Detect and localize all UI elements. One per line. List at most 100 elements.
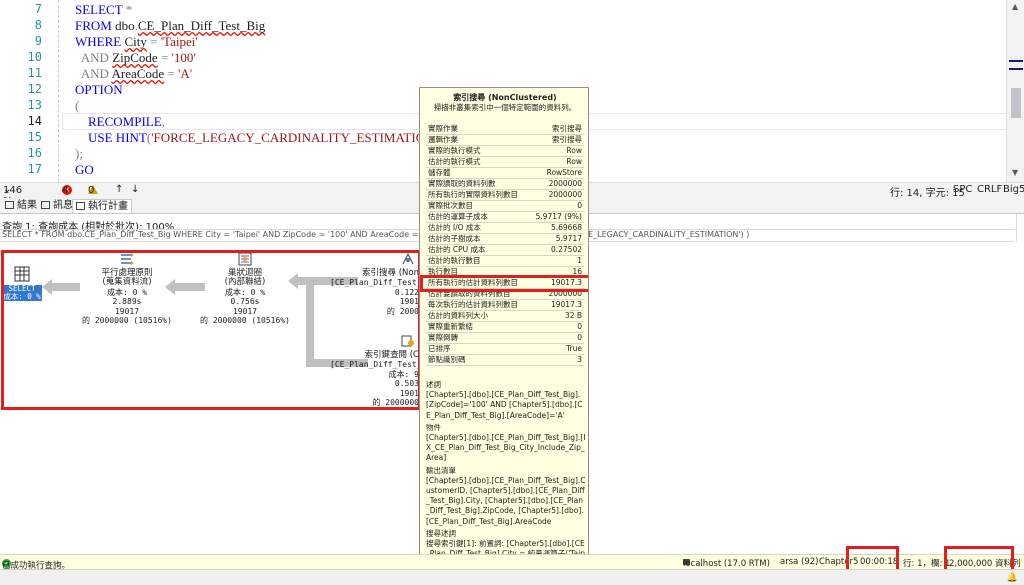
grid-position: 行: 1，欄: 1 [903, 559, 951, 569]
code-line[interactable]: RECOMPILE, [75, 114, 165, 130]
tab-execution-plan[interactable]: 執行計畫 [72, 199, 132, 213]
tooltip-row: 實際的執行模式 Row [426, 145, 584, 158]
node-estimate: 的 2000 [386, 306, 419, 316]
zoom-dropdown[interactable]: 146 % ⌄ [3, 184, 22, 207]
code-line[interactable]: SELECT * [75, 2, 132, 18]
node-estimate: 的 2000000 (10516%) [200, 316, 290, 325]
node-object: [CE_Plan_Diff_Test_Big [330, 360, 436, 369]
scrollbar-marker [1009, 68, 1023, 70]
row-count: 2,000,000 資料列 [949, 559, 1021, 569]
encoding[interactable]: Big5 [1003, 184, 1024, 195]
tooltip-section-body: [Chapter5].[dbo].[CE_Plan_Diff_Test_Big]… [426, 433, 586, 463]
elapsed-time: 00:00:18 [860, 557, 899, 567]
tooltip-row: 估計的資料列大小 32 B [426, 310, 584, 323]
code-line[interactable]: AND AreaCode = 'A' [75, 66, 192, 82]
tooltip-row-value: 2000000 [528, 178, 584, 191]
tooltip-row-key: 實際重新繫結 [426, 321, 529, 334]
select-operator-icon [14, 266, 30, 282]
tooltip-row-key: 執行數目 [426, 266, 529, 279]
nested-loops-icon [238, 252, 252, 266]
code-line[interactable]: USE HINT('FORCE_LEGACY_CARDINALITY_ESTIM… [75, 130, 441, 146]
tab-messages[interactable]: 訊息 [38, 199, 76, 213]
tooltip-properties: 實際作業 索引搜尋 邏輯作業 索引搜尋 實際的執行模式 Row 估計的執行模式 Row 儲存體 R… [426, 124, 584, 367]
tooltip-row-value: 5.9717 [528, 233, 584, 246]
plan-node-parallelism[interactable]: 平行處理原則 (蒐集資料流) 成本: 0 % 2.889s 19017 的 20… [72, 252, 182, 326]
code-token: AND [75, 50, 113, 65]
line-number: 12 [27, 82, 42, 96]
tooltip-row-value: 0.27502 [528, 244, 584, 257]
tooltip-row-key: 估計的執行模式 [426, 156, 529, 169]
tooltip-row-value: Row [528, 156, 584, 169]
tooltip-section-heading: 輸出清單 [426, 465, 456, 475]
tooltip-row-value: 0 [528, 321, 584, 334]
plan-node-select[interactable]: SELECT 成本: 0 % [2, 266, 42, 301]
code-token: '100' [171, 50, 196, 65]
tooltip-row-key: 估計的運算子成本 [426, 211, 529, 224]
code-token: = [164, 66, 179, 81]
operator-tooltip: 索引搜尋 (NonClustered) 掃描非叢集索引中一個特定範圍的資料列。 … [419, 87, 589, 585]
tooltip-row-value: 0 [528, 332, 584, 345]
tooltip-row: 儲存體 RowStore [426, 167, 584, 180]
tooltip-section-body: [Chapter5].[dbo].[CE_Plan_Diff_Test_Big]… [426, 475, 586, 526]
tooltip-row-value: 2000000 [528, 189, 584, 202]
tooltip-row-value: 19017.3 [528, 277, 584, 290]
key-lookup-icon [401, 335, 414, 347]
plan-arrow-head [42, 279, 52, 295]
tooltip-row-value: 5.9717 (9%) [528, 211, 584, 224]
tooltip-row-value: 32 B [528, 310, 584, 323]
tooltip-row-key: 節點識別碼 [426, 354, 529, 367]
tab-results[interactable]: 結果 [2, 199, 40, 213]
whitespace-mode[interactable]: SPC [953, 184, 972, 195]
code-token: SELECT [75, 2, 123, 17]
code-line[interactable]: FROM dbo.CE_Plan_Diff_Test_Big [75, 18, 265, 34]
prev-issue-button[interactable]: ↑ [115, 184, 123, 195]
scroll-up-icon[interactable]: ▲ [1012, 2, 1018, 11]
tooltip-row-key: 實際的執行模式 [426, 145, 529, 158]
tooltip-section-heading: 述詞 [426, 380, 441, 389]
plan-icon [76, 202, 85, 210]
editor-vertical-scrollbar[interactable]: ▲ ▼ [1006, 0, 1024, 182]
tooltip-row: 估計的子樹成本 5.9717 [426, 233, 584, 246]
tooltip-section-heading: 物件 [426, 422, 441, 432]
tooltip-row: 實際倒轉 0 [426, 332, 584, 345]
node-estimate: 的 2000000 (10516%) [82, 316, 172, 325]
next-issue-button[interactable]: ↓ [131, 184, 139, 195]
node-rows: 19017 [232, 306, 258, 316]
code-line[interactable]: ); [75, 146, 83, 162]
scrollbar-marker [1009, 60, 1023, 62]
plan-node-nested-loops[interactable]: 巢狀迴圈 (內部聯結) 成本: 0 % 0.756s 19017 的 20000… [195, 252, 295, 326]
notification-bell-icon[interactable]: 🔔 [1007, 573, 1018, 583]
plan-header-scrollbar[interactable] [1016, 214, 1024, 242]
plan-arrow [306, 285, 314, 365]
tooltip-row: 邏輯作業 索引搜尋 [426, 134, 584, 147]
plan-node-key-lookup[interactable]: 索引鍵查閱 (C [CE_Plan_Diff_Test_Big 成本: 9 0.… [330, 334, 436, 408]
tooltip-row-key: 估計的子樹成本 [426, 233, 529, 246]
node-rows: 19017 [114, 306, 140, 316]
line-ending[interactable]: CRLF [977, 184, 1002, 195]
tooltip-row-value: 2000000 [528, 288, 584, 301]
tooltip-row: 所有執行的實際資料列數目 2000000 [426, 189, 584, 202]
code-token: * [122, 2, 133, 17]
tooltip-row-value: Row [528, 145, 584, 158]
parallelism-icon [121, 253, 134, 265]
plan-node-index-seek[interactable]: 索引搜尋 (Non [CE_Plan_Diff_Test_Big 0.122 1… [330, 252, 436, 316]
scrollbar-thumb[interactable] [1011, 88, 1021, 118]
code-line[interactable]: ( [75, 98, 79, 114]
code-line[interactable]: AND ZipCode = '100' [75, 50, 196, 66]
tooltip-row: 執行數目 16 [426, 266, 584, 279]
tooltip-row: 估計要讀取的資料列數目 2000000 [426, 288, 584, 301]
tooltip-row-key: 每次執行的估計資料列數目 [426, 299, 529, 312]
tooltip-row-key: 已排序 [426, 343, 529, 356]
code-line[interactable]: GO [75, 162, 94, 178]
tooltip-row-value: 19017.3 [528, 299, 584, 312]
code-line[interactable]: OPTION [75, 82, 123, 98]
window-bottom-bar: 🔔 [0, 569, 1024, 585]
code-line[interactable]: WHERE City = 'Taipei' [75, 34, 198, 50]
line-number-gutter: 7 8 9 10 11 12 13 14 15 16 17 [0, 0, 58, 182]
code-token: City [124, 34, 147, 49]
scroll-down-icon[interactable]: ▼ [1012, 168, 1018, 177]
tooltip-row-key: 估計的 I/O 成本 [426, 222, 529, 235]
code-token: dbo [115, 18, 135, 33]
code-token: ZipCode [112, 50, 158, 65]
code-token: AND [75, 66, 112, 81]
